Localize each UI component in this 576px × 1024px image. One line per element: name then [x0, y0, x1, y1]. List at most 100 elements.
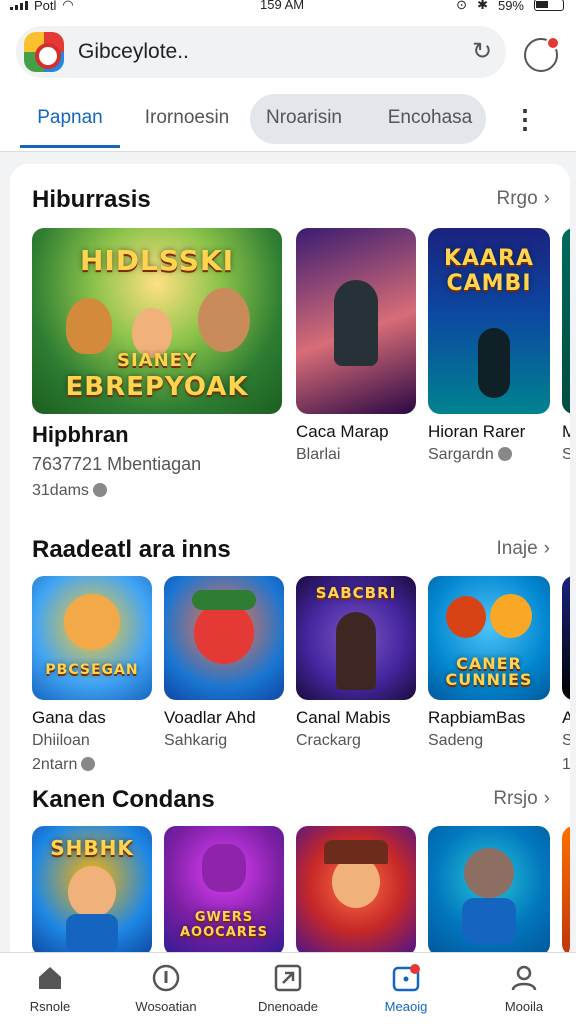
rating-icon — [497, 447, 512, 461]
character-figure — [194, 602, 254, 664]
section-more-link[interactable]: Rrsjo › — [493, 788, 550, 810]
game-name[interactable]: Voadlar Ahd — [164, 708, 256, 728]
game-name[interactable]: Gana das — [32, 708, 106, 728]
character-man — [198, 288, 250, 352]
clock: 159 AM — [260, 0, 305, 12]
chevron-right-icon: › — [543, 188, 550, 209]
game-sub: Sahkarig — [164, 732, 228, 749]
game-tile[interactable]: GWERS AOOCARES — [164, 826, 284, 956]
nav-inbox[interactable]: Meaoig — [356, 963, 456, 1023]
game-tile[interactable]: KAARA CAMBI — [428, 228, 550, 414]
game-art-title: GWERS AOOCARES — [179, 910, 269, 940]
wifi-icon: ◠ — [62, 0, 74, 12]
search-title[interactable]: Gibceylote.. — [78, 40, 189, 64]
featured-game-tile[interactable]: HIDLSSKI SIANEY EBREPYOAK — [32, 228, 282, 414]
notification-icon[interactable] — [524, 36, 560, 72]
bottom-navigation: Rsnole Wosoatian Dnenoade Meaoig Mooila — [0, 952, 576, 1024]
game-art — [296, 826, 416, 956]
game-tile[interactable]: SHBHK — [32, 826, 152, 956]
game-art — [562, 826, 570, 956]
game-sub: S — [562, 446, 570, 463]
featured-stats: 7637721 Mbentiagan — [32, 454, 202, 474]
nav-home[interactable]: Rsnole — [0, 963, 100, 1023]
game-art-title: SABCBRI — [315, 584, 397, 602]
battery-percent: 59% — [497, 0, 524, 13]
game-tile[interactable]: PBCSEGAN — [32, 576, 152, 700]
game-extra: 1 — [562, 756, 570, 773]
game-name[interactable]: A — [562, 708, 570, 728]
game-sub: S — [562, 732, 570, 749]
character-monster — [202, 844, 246, 892]
character-bear — [66, 298, 112, 354]
app-logo-icon[interactable] — [24, 32, 64, 72]
character-figure — [478, 328, 510, 398]
game-art — [296, 228, 416, 414]
nav-label: Meaoig — [384, 999, 428, 1014]
featured-art-subtitle: SIANEY — [117, 350, 197, 371]
game-art — [164, 576, 284, 700]
nav-download[interactable]: Dnenoade — [238, 963, 338, 1023]
game-art-title: KAARA CAMBI — [443, 246, 535, 296]
chevron-right-icon: › — [543, 538, 550, 559]
section-more-link[interactable]: Inaje › — [496, 538, 550, 560]
tab-nroarisin[interactable]: Nroarisin — [254, 96, 354, 140]
game-sub: Sargardn — [428, 446, 512, 464]
game-name[interactable]: Canal Mabis — [296, 708, 391, 728]
notification-badge — [546, 36, 560, 50]
character-suit — [66, 914, 118, 954]
nav-label: Mooila — [504, 999, 544, 1014]
chevron-right-icon: › — [543, 788, 550, 809]
tab-encohasa[interactable]: Encohasa — [380, 96, 480, 140]
game-name[interactable]: Caca Marap — [296, 422, 389, 442]
section-title: Raadeatl ara inns — [32, 536, 231, 563]
character-figure — [68, 866, 116, 918]
game-tile-partial[interactable] — [562, 826, 570, 956]
featured-art-tagline: EBREPYOAK — [65, 372, 249, 402]
game-tile[interactable] — [164, 576, 284, 700]
game-name[interactable]: M — [562, 422, 570, 442]
game-art — [32, 576, 152, 700]
game-extra: 2ntarn — [32, 756, 96, 774]
game-name[interactable]: RapbiamBas — [428, 708, 525, 728]
alarm-icon: ⊙ — [456, 0, 468, 12]
game-extra-label: 2ntarn — [32, 756, 78, 773]
game-tile[interactable] — [428, 826, 550, 956]
nav-label: Rsnole — [29, 999, 71, 1014]
carrier-label: Potl — [34, 0, 57, 13]
more-label: Rrgo — [496, 188, 538, 209]
more-label: Rrsjo — [493, 788, 538, 809]
game-tile[interactable] — [296, 826, 416, 956]
tab-irornoesin[interactable]: Irornoesin — [140, 96, 234, 140]
search-bar[interactable]: Gibceylote.. ↻ — [16, 26, 506, 78]
section-title: Hiburrasis — [32, 186, 151, 213]
game-art-title: SHBHK — [50, 836, 134, 860]
refresh-icon[interactable]: ↻ — [468, 38, 496, 66]
game-tile[interactable]: SABCBRI — [296, 576, 416, 700]
info-icon — [151, 963, 181, 993]
bluetooth-icon: ✱ — [477, 0, 488, 12]
character-bear — [490, 594, 532, 638]
character-figure — [336, 612, 376, 690]
status-bar: Potl ◠ 159 AM ⊙ ✱ 59% — [0, 0, 576, 16]
section-more-link[interactable]: Rrgo › — [496, 188, 550, 210]
character-raccoon — [464, 848, 514, 898]
nav-profile[interactable]: Mooila — [474, 963, 574, 1023]
game-sub-label: Sargardn — [428, 446, 494, 463]
character-hat — [324, 840, 388, 864]
nav-label: Dnenoade — [258, 999, 318, 1014]
featured-name[interactable]: Hipbhran — [32, 422, 129, 448]
game-sub: Sadeng — [428, 732, 484, 749]
game-tile-partial[interactable] — [562, 576, 570, 700]
more-options-icon[interactable]: ⋮ — [512, 104, 538, 134]
profile-icon — [509, 963, 539, 993]
nav-label: Wosoatian — [135, 999, 197, 1014]
character-bear — [64, 594, 120, 650]
game-name[interactable]: Hioran Rarer — [428, 422, 525, 442]
game-tile[interactable]: CANER CUNNIES — [428, 576, 550, 700]
game-tile[interactable] — [296, 228, 416, 414]
nav-info[interactable]: Wosoatian — [116, 963, 216, 1023]
featured-art-title: HIDLSSKI — [79, 244, 235, 277]
content-card: Hiburrasis Rrgo › HIDLSSKI SIANEY EBREPYO… — [10, 164, 570, 964]
game-tile-partial[interactable] — [562, 228, 570, 414]
tab-papnan[interactable]: Papnan — [20, 96, 120, 148]
